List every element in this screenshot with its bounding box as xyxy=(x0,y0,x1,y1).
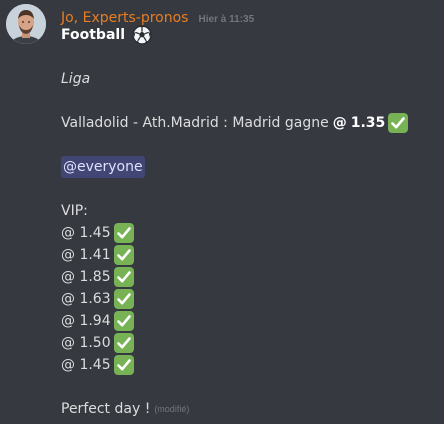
vip-odd-item: @ 1.63 xyxy=(61,288,437,310)
vip-odd: @ 1.45 xyxy=(61,357,111,373)
check-mark-icon xyxy=(113,311,134,331)
closing-line: Perfect day ! (modifié) xyxy=(61,398,437,420)
match-line: Valladolid - Ath.Madrid : Madrid gagne @… xyxy=(61,112,437,134)
check-mark-icon xyxy=(113,333,134,353)
check-mark-icon xyxy=(113,267,134,287)
vip-odd: @ 1.85 xyxy=(61,269,111,285)
chat-message: Jo, Experts-pronos Hier à 11:35 Football… xyxy=(0,0,444,424)
message-content: Football Liga Valladolid - Ath.Madrid : … xyxy=(61,24,437,420)
vip-odd-item: @ 1.85 xyxy=(61,266,437,288)
vip-odd: @ 1.63 xyxy=(61,291,111,307)
vip-odd-item: @ 1.45 xyxy=(61,222,437,244)
vip-label: VIP: xyxy=(61,203,88,219)
vip-odd: @ 1.45 xyxy=(61,225,111,241)
vip-odd-item: @ 1.94 xyxy=(61,310,437,332)
message-header: Jo, Experts-pronos Hier à 11:35 xyxy=(61,7,254,26)
check-mark-icon xyxy=(113,289,134,309)
message-title: Football xyxy=(61,27,125,43)
match-odd-prefix: @ xyxy=(332,115,347,131)
mention-line: @everyone xyxy=(61,156,437,178)
check-mark-icon xyxy=(113,223,134,243)
everyone-mention[interactable]: @everyone xyxy=(61,156,145,178)
check-mark-icon xyxy=(113,355,134,375)
closing-text: Perfect day ! xyxy=(61,401,151,417)
soccer-ball-icon xyxy=(132,25,152,45)
vip-odd-item: @ 1.45 xyxy=(61,354,437,376)
vip-odd-item: @ 1.50 xyxy=(61,332,437,354)
check-mark-icon xyxy=(388,113,409,133)
user-avatar[interactable] xyxy=(6,4,46,44)
check-mark-icon xyxy=(113,245,134,265)
match-odd: 1.35 xyxy=(350,115,386,131)
league-name: Liga xyxy=(61,71,91,87)
vip-odd: @ 1.94 xyxy=(61,313,111,329)
match-text: Valladolid - Ath.Madrid : Madrid gagne xyxy=(61,115,329,131)
title-line: Football xyxy=(61,24,437,46)
vip-odd-item: @ 1.41 xyxy=(61,244,437,266)
vip-odd: @ 1.41 xyxy=(61,247,111,263)
edited-label: (modifié) xyxy=(154,404,190,414)
vip-odd: @ 1.50 xyxy=(61,335,111,351)
